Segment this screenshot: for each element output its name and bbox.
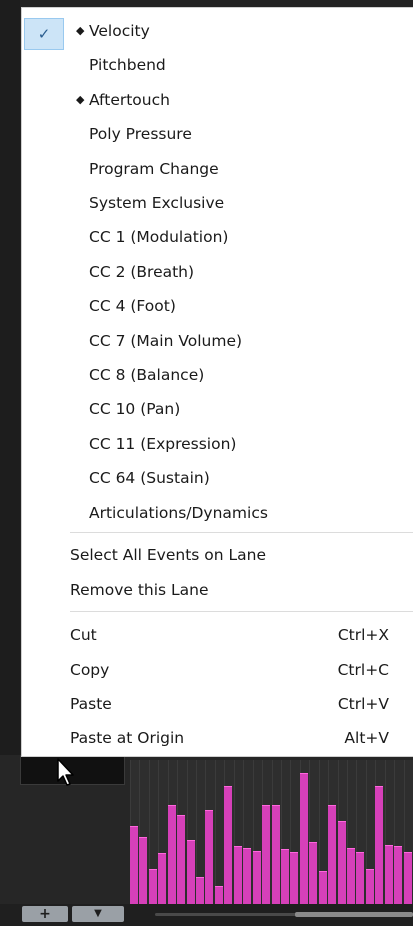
menu-item-cc-2-breath[interactable]: CC 2 (Breath) — [22, 257, 413, 287]
menu-item-label: CC 64 (Sustain) — [89, 469, 210, 488]
menu-item-cc-11-expression[interactable]: CC 11 (Expression) — [22, 429, 413, 459]
menu-item-label: CC 4 (Foot) — [89, 297, 176, 316]
menu-item-label: Paste at Origin — [70, 729, 185, 747]
menu-item-poly-pressure[interactable]: Poly Pressure — [22, 119, 413, 149]
shortcut-label: Ctrl+X — [337, 626, 389, 644]
velocity-lane[interactable] — [130, 760, 413, 906]
menu-item-label: Pitchbend — [89, 56, 166, 75]
menu-item-velocity[interactable]: ◆ Velocity — [22, 16, 413, 46]
menu-item-cc-1-modulation[interactable]: CC 1 (Modulation) — [22, 222, 413, 252]
velocity-bar[interactable] — [328, 805, 336, 906]
menu-item-label: Copy — [70, 661, 110, 679]
menu-item-system-exclusive[interactable]: System Exclusive — [22, 188, 413, 218]
velocity-bar[interactable] — [366, 869, 374, 906]
velocity-bar[interactable] — [356, 852, 364, 906]
velocity-bar[interactable] — [262, 805, 270, 906]
velocity-bar[interactable] — [130, 826, 138, 906]
shortcut-label: Ctrl+C — [337, 661, 389, 679]
velocity-bar[interactable] — [196, 877, 204, 906]
menu-item-cc-10-pan[interactable]: CC 10 (Pan) — [22, 394, 413, 424]
shortcut-label: Alt+V — [344, 729, 389, 747]
menu-item-label: Poly Pressure — [89, 125, 192, 144]
menu-item-paste[interactable]: Paste Ctrl+V — [22, 689, 413, 719]
menu-item-aftertouch[interactable]: ◆ Aftertouch — [22, 85, 413, 115]
menu-item-label: CC 2 (Breath) — [89, 262, 195, 281]
diamond-icon: ◆ — [76, 92, 85, 106]
velocity-bar[interactable] — [309, 842, 317, 906]
menu-item-articulations-dynamics[interactable]: Articulations/Dynamics — [22, 498, 413, 528]
velocity-bar[interactable] — [281, 849, 289, 906]
menu-item-cc-8-balance[interactable]: CC 8 (Balance) — [22, 360, 413, 390]
menu-item-label: CC 1 (Modulation) — [89, 228, 229, 247]
menu-item-program-change[interactable]: Program Change — [22, 154, 413, 184]
velocity-bar[interactable] — [243, 848, 251, 906]
velocity-bar[interactable] — [338, 821, 346, 906]
velocity-bar[interactable] — [205, 810, 213, 906]
velocity-bar[interactable] — [215, 886, 223, 906]
velocity-bar[interactable] — [168, 805, 176, 906]
mouse-cursor-icon — [57, 758, 74, 786]
menu-item-cc-4-foot[interactable]: CC 4 (Foot) — [22, 291, 413, 321]
velocity-bar[interactable] — [177, 815, 185, 906]
menu-item-pitchbend[interactable]: Pitchbend — [22, 50, 413, 80]
menu-separator — [70, 532, 413, 533]
lane-presets-dropdown-button[interactable]: ▼ — [72, 906, 124, 922]
controller-lane-context-menu: ✓ ◆ Velocity Pitchbend ◆ Aftertouch Poly Pres… — [22, 8, 413, 756]
menu-item-cc-7-main-volume[interactable]: CC 7 (Main Volume) — [22, 326, 413, 356]
menu-item-label: CC 7 (Main Volume) — [89, 331, 243, 350]
menu-item-paste-at-origin[interactable]: Paste at Origin Alt+V — [22, 723, 413, 753]
velocity-bar[interactable] — [394, 846, 402, 906]
menu-item-copy[interactable]: Copy Ctrl+C — [22, 655, 413, 685]
menu-item-label: CC 8 (Balance) — [89, 366, 205, 384]
velocity-bar[interactable] — [385, 845, 393, 906]
velocity-bar[interactable] — [158, 853, 166, 906]
menu-item-cut[interactable]: Cut Ctrl+X — [22, 620, 413, 650]
menu-item-cc-64-sustain[interactable]: CC 64 (Sustain) — [22, 463, 413, 493]
velocity-bar[interactable] — [149, 869, 157, 906]
menu-item-label: System Exclusive — [89, 194, 225, 212]
scrollbar-thumb[interactable] — [295, 912, 413, 917]
add-lane-button[interactable]: + — [22, 906, 68, 922]
diamond-icon: ◆ — [76, 24, 85, 37]
velocity-bar[interactable] — [347, 848, 355, 906]
velocity-bar[interactable] — [272, 805, 280, 906]
velocity-bar[interactable] — [187, 840, 195, 906]
velocity-bar[interactable] — [375, 786, 383, 906]
menu-item-label: Program Change — [89, 159, 219, 178]
velocity-bar[interactable] — [139, 837, 147, 906]
velocity-bar[interactable] — [319, 871, 327, 906]
velocity-bar[interactable] — [234, 846, 242, 906]
velocity-bar[interactable] — [300, 773, 308, 906]
velocity-bar[interactable] — [253, 851, 261, 906]
menu-separator — [70, 611, 413, 612]
menu-item-label: CC 10 (Pan) — [89, 400, 181, 419]
menu-item-label: Cut — [70, 626, 97, 644]
menu-item-label: Articulations/Dynamics — [89, 503, 268, 522]
menu-item-label: Velocity — [89, 22, 150, 40]
menu-item-remove-this-lane[interactable]: Remove this Lane — [22, 575, 413, 605]
menu-item-label: Remove this Lane — [70, 581, 209, 599]
velocity-bar[interactable] — [290, 852, 298, 906]
grid-line — [215, 760, 216, 906]
menu-item-label: Paste — [70, 695, 112, 713]
menu-item-label: CC 11 (Expression) — [89, 434, 237, 453]
menu-item-select-all-events-on-lane[interactable]: Select All Events on Lane — [22, 540, 413, 570]
velocity-bar[interactable] — [404, 852, 412, 906]
shortcut-label: Ctrl+V — [337, 695, 389, 713]
velocity-bar[interactable] — [224, 786, 232, 906]
menu-item-label: Aftertouch — [89, 90, 170, 109]
menu-item-label: Select All Events on Lane — [70, 546, 267, 564]
